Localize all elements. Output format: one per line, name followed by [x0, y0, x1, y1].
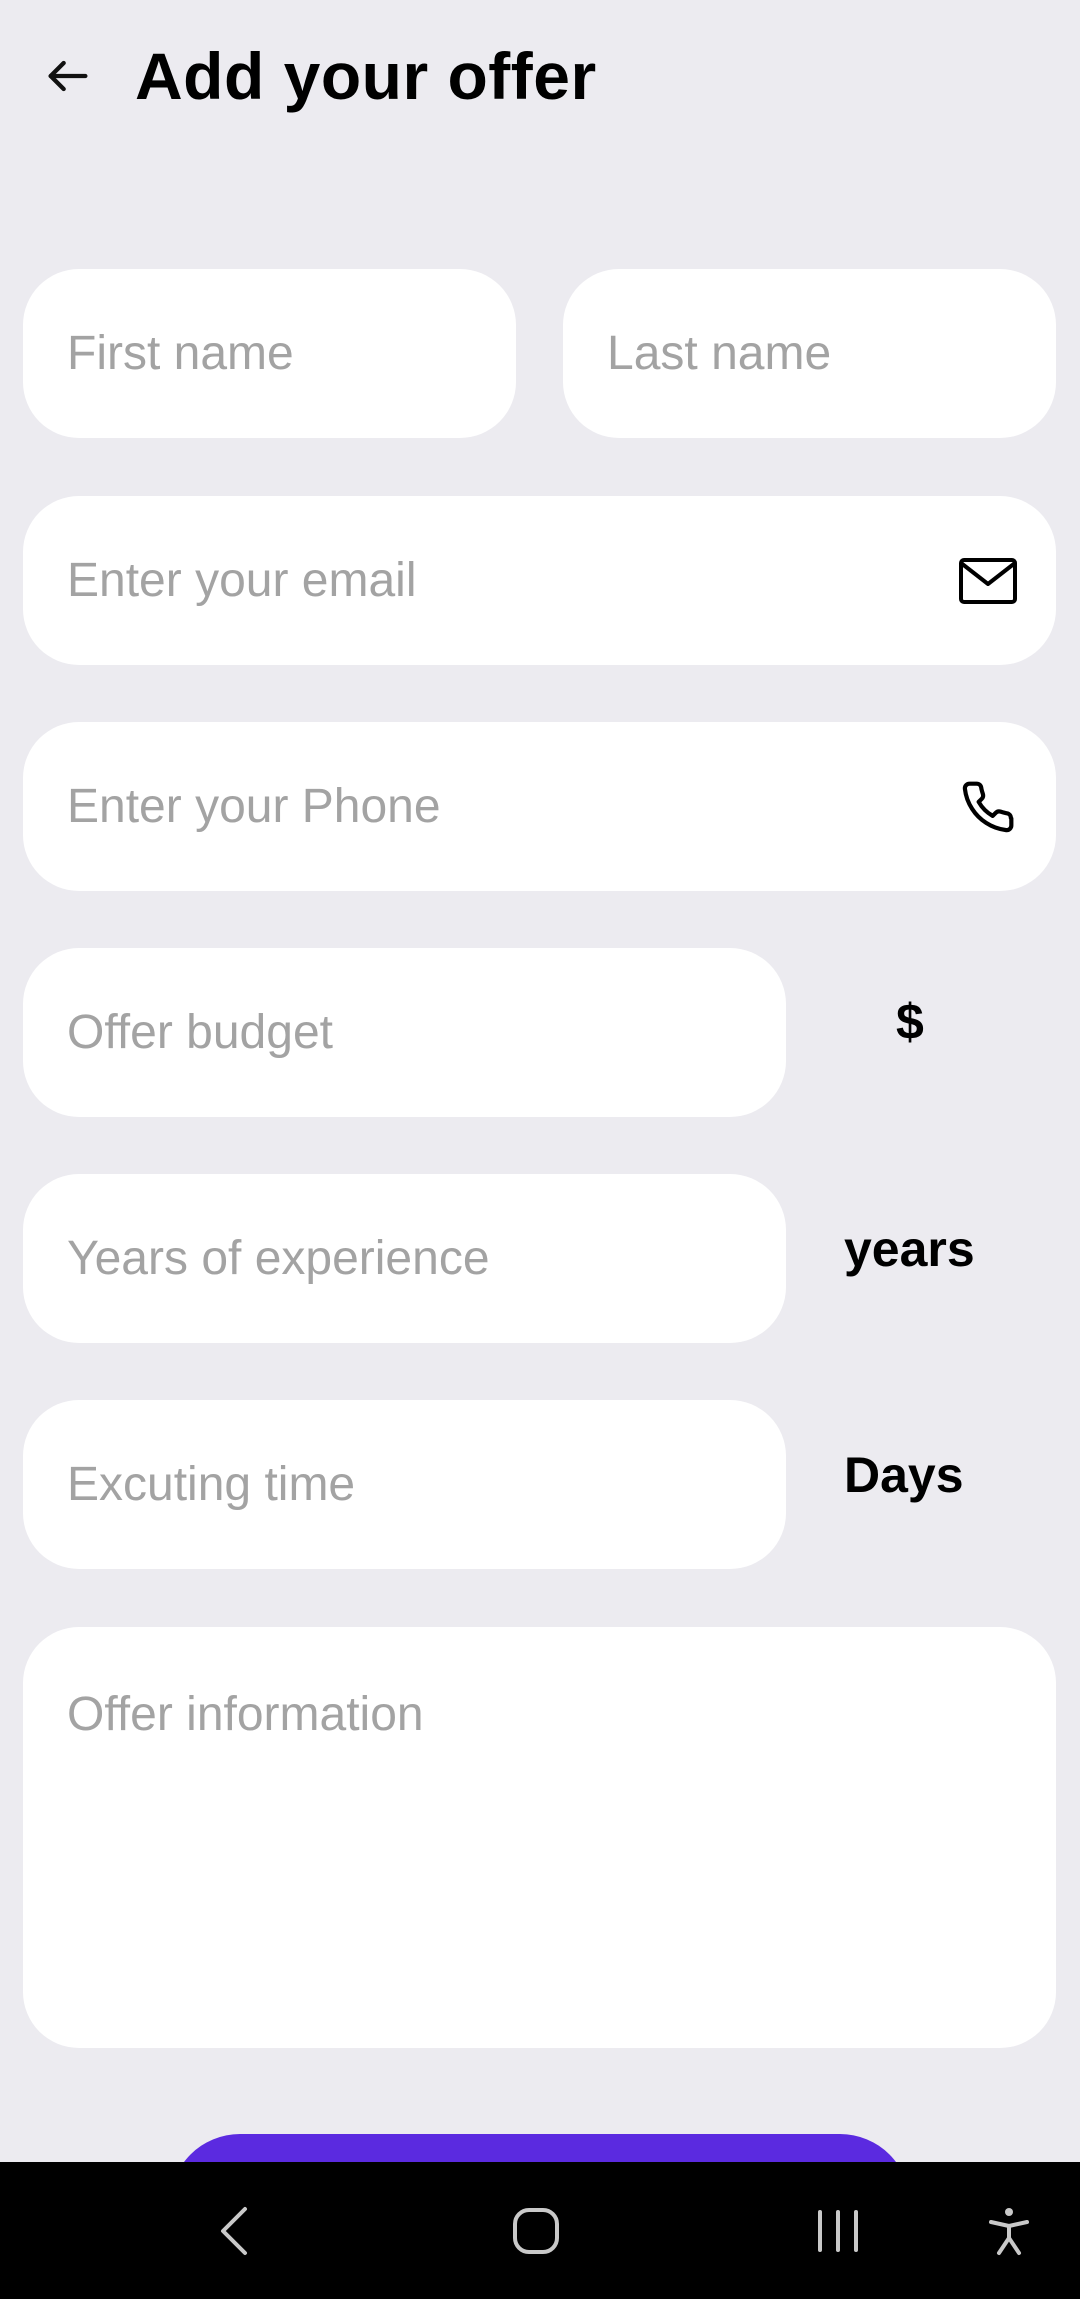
- recents-nav-icon[interactable]: [778, 2162, 898, 2299]
- accessibility-icon[interactable]: [949, 2162, 1069, 2299]
- budget-field[interactable]: [23, 948, 786, 1117]
- last-name-input[interactable]: [563, 326, 1056, 381]
- executing-time-field[interactable]: [23, 1400, 786, 1569]
- back-nav-icon[interactable]: [175, 2162, 295, 2299]
- phone-input[interactable]: [23, 779, 1056, 834]
- budget-unit: $: [896, 994, 924, 1050]
- phone-icon: [958, 777, 1018, 837]
- arrow-left-icon: [48, 60, 88, 92]
- offer-info-textarea[interactable]: [23, 1627, 1056, 2048]
- phone-field[interactable]: [23, 722, 1056, 891]
- experience-field[interactable]: [23, 1174, 786, 1343]
- executing-time-input[interactable]: [23, 1457, 786, 1512]
- last-name-field[interactable]: [563, 269, 1056, 438]
- home-nav-icon[interactable]: [476, 2162, 596, 2299]
- mail-icon: [958, 551, 1018, 611]
- back-button[interactable]: [36, 44, 100, 108]
- app-header: Add your offer: [0, 0, 1080, 160]
- page-title: Add your offer: [135, 39, 597, 113]
- system-navbar: [0, 2162, 1080, 2299]
- first-name-input[interactable]: [23, 326, 516, 381]
- experience-input[interactable]: [23, 1231, 786, 1286]
- experience-unit: years: [844, 1221, 975, 1277]
- offer-info-field[interactable]: [23, 1627, 1056, 2048]
- executing-time-unit: Days: [844, 1447, 964, 1503]
- first-name-field[interactable]: [23, 269, 516, 438]
- email-field[interactable]: [23, 496, 1056, 665]
- email-input[interactable]: [23, 553, 1056, 608]
- budget-input[interactable]: [23, 1005, 786, 1060]
